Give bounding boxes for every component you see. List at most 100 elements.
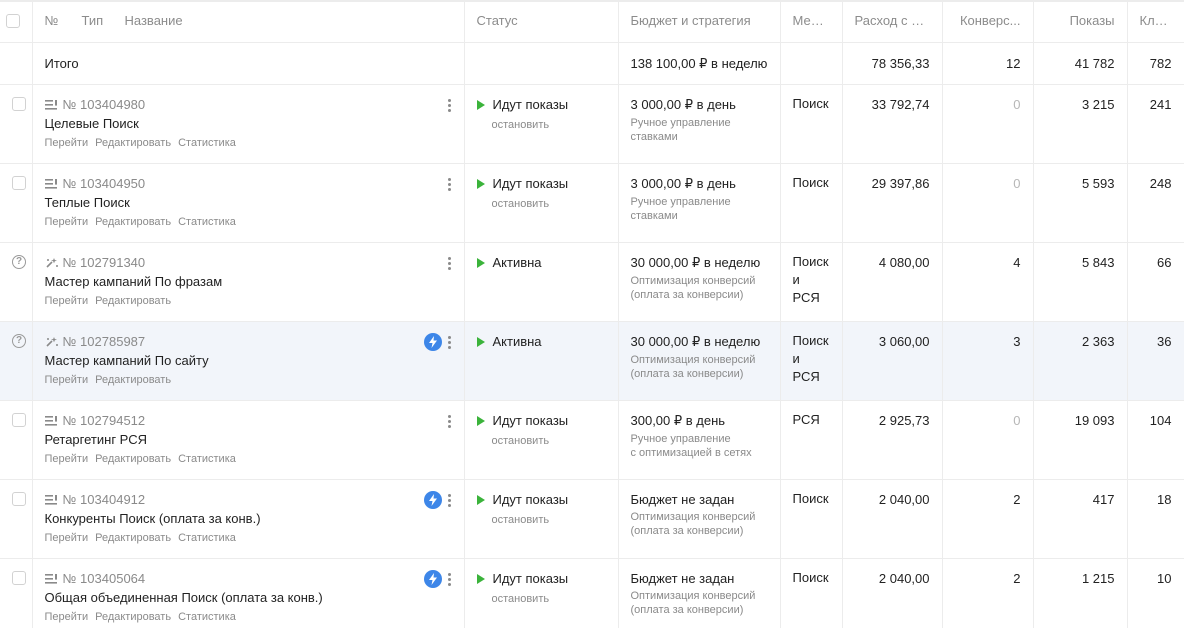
action-link-2[interactable]: Редактировать <box>95 295 171 307</box>
campaign-title[interactable]: Мастер кампаний По фразам <box>45 274 452 289</box>
campaign-title[interactable]: Теплые Поиск <box>45 195 452 210</box>
stop-link[interactable]: остановить <box>492 593 606 605</box>
spend-cell: 3 060,00 <box>842 321 943 401</box>
row-select-cell[interactable] <box>0 400 33 480</box>
budget-value[interactable]: Бюджет не задан <box>631 571 768 586</box>
budget-value[interactable]: 300,00 ₽ в день <box>631 413 768 429</box>
action-link-1[interactable]: Перейти <box>45 137 89 149</box>
text-campaign-icon <box>44 99 59 111</box>
campaign-row-7[interactable]: № 103405064 Общая объединенная Поиск (оп… <box>0 558 1184 628</box>
campaign-title[interactable]: Мастер кампаний По сайту <box>45 353 452 368</box>
action-link-2[interactable]: Редактировать <box>95 532 171 544</box>
clicks-cell: 241 <box>1127 84 1184 164</box>
clicks-cell: 248 <box>1127 163 1184 243</box>
action-link-3[interactable]: Статистика <box>178 532 236 544</box>
action-link-3[interactable]: Статистика <box>178 216 236 228</box>
row-select-cell[interactable] <box>0 558 33 628</box>
header-row: № Тип Название Статус Бюджет и стратегия… <box>0 2 1184 43</box>
bolt-icon[interactable] <box>423 490 442 509</box>
more-menu-icon[interactable] <box>448 572 452 586</box>
header-spend[interactable]: Расход с Н... <box>842 2 943 43</box>
budget-value[interactable]: 30 000,00 ₽ в неделю <box>631 255 768 271</box>
campaign-actions: Перейти Редактировать <box>45 374 452 386</box>
action-link-2[interactable]: Редактировать <box>95 453 171 465</box>
budget-value[interactable]: Бюджет не задан <box>631 492 768 507</box>
campaign-title[interactable]: Ретаргетинг РСЯ <box>45 432 452 447</box>
more-menu-icon[interactable] <box>448 493 452 507</box>
campaign-row-3[interactable]: ? № 102791340 Мастер кампаний По фразам … <box>0 242 1184 322</box>
row-select-cell[interactable]: ? <box>0 321 33 401</box>
impressions-value: 1 215 <box>1081 570 1115 586</box>
budget-cell: 3 000,00 ₽ в день Ручное управление став… <box>618 163 781 243</box>
campaign-title[interactable]: Целевые Поиск <box>45 116 452 131</box>
action-link-3[interactable]: Статистика <box>178 611 236 623</box>
header-clicks[interactable]: Клики <box>1127 2 1184 43</box>
header-places[interactable]: Места <box>780 2 843 43</box>
action-link-3[interactable]: Статистика <box>178 453 236 465</box>
action-link-2[interactable]: Редактировать <box>95 137 171 149</box>
budget-cell: Бюджет не задан Оптимизация конверсий (о… <box>618 479 781 559</box>
row-select-cell[interactable] <box>0 479 33 559</box>
action-link-2[interactable]: Редактировать <box>95 216 171 228</box>
action-link-1[interactable]: Перейти <box>45 532 89 544</box>
header-num[interactable]: № <box>45 13 82 28</box>
row-select-cell[interactable] <box>0 163 33 243</box>
row-select-cell[interactable]: ? <box>0 242 33 322</box>
stop-link[interactable]: остановить <box>492 198 606 210</box>
row-checkbox[interactable] <box>12 175 26 190</box>
action-link-1[interactable]: Перейти <box>45 216 89 228</box>
clicks-value: 104 <box>1149 412 1172 428</box>
header-name[interactable]: Название <box>125 13 183 28</box>
action-link-2[interactable]: Редактировать <box>95 374 171 386</box>
row-checkbox[interactable] <box>12 570 26 585</box>
campaign-row-6[interactable]: № 103404912 Конкуренты Поиск (оплата за … <box>0 479 1184 559</box>
budget-value[interactable]: 30 000,00 ₽ в неделю <box>631 334 768 350</box>
header-impressions[interactable]: Показы <box>1033 2 1128 43</box>
campaign-title[interactable]: Общая объединенная Поиск (оплата за конв… <box>45 590 452 605</box>
campaign-row-4[interactable]: ? № 102785987 Мастер кампаний По сайту П… <box>0 321 1184 401</box>
total-spend: 78 356,33 <box>842 42 943 85</box>
campaign-row-2[interactable]: № 103404950 Теплые Поиск Перейти Редактир… <box>0 163 1184 243</box>
header-budget[interactable]: Бюджет и стратегия <box>618 2 781 43</box>
header-conversions[interactable]: Конверс... <box>942 2 1034 43</box>
impressions-value: 2 363 <box>1081 333 1115 349</box>
bolt-icon[interactable] <box>423 332 442 351</box>
campaign-row-5[interactable]: № 102794512 Ретаргетинг РСЯ Перейти Редак… <box>0 400 1184 480</box>
more-menu-icon[interactable] <box>448 256 452 270</box>
action-link-2[interactable]: Редактировать <box>95 611 171 623</box>
action-link-3[interactable]: Статистика <box>178 137 236 149</box>
stop-link[interactable]: остановить <box>492 119 606 131</box>
action-link-1[interactable]: Перейти <box>45 611 89 623</box>
campaign-row-1[interactable]: № 103404980 Целевые Поиск Перейти Редакти… <box>0 84 1184 164</box>
row-checkbox[interactable] <box>12 412 26 427</box>
more-menu-icon[interactable] <box>448 335 452 349</box>
places-value: РСЯ <box>792 411 820 427</box>
campaign-actions: Перейти Редактировать <box>45 295 452 307</box>
select-all-checkbox[interactable] <box>6 14 20 28</box>
header-select-all[interactable] <box>0 2 33 43</box>
action-link-1[interactable]: Перейти <box>45 374 89 386</box>
action-link-1[interactable]: Перейти <box>45 453 89 465</box>
more-menu-icon[interactable] <box>448 414 452 428</box>
help-icon[interactable]: ? <box>12 254 26 269</box>
row-select-cell[interactable] <box>0 84 33 164</box>
bolt-icon[interactable] <box>423 569 442 588</box>
conversions-value: 0 <box>1013 175 1021 191</box>
row-checkbox[interactable] <box>12 491 26 506</box>
impressions-cell: 5 843 <box>1033 242 1128 322</box>
more-menu-icon[interactable] <box>448 177 452 191</box>
help-icon[interactable]: ? <box>12 333 26 348</box>
more-menu-icon[interactable] <box>448 98 452 112</box>
campaign-id: № 103405064 <box>62 571 146 586</box>
places-cell: Поиск и РСЯ <box>780 321 843 401</box>
budget-value[interactable]: 3 000,00 ₽ в день <box>631 97 768 113</box>
header-type[interactable]: Тип <box>82 13 125 28</box>
row-checkbox[interactable] <box>12 96 26 111</box>
campaign-title[interactable]: Конкуренты Поиск (оплата за конв.) <box>45 511 452 526</box>
action-link-1[interactable]: Перейти <box>45 295 89 307</box>
places-cell: Поиск <box>780 479 843 559</box>
stop-link[interactable]: остановить <box>492 514 606 526</box>
header-status[interactable]: Статус <box>464 2 619 43</box>
budget-value[interactable]: 3 000,00 ₽ в день <box>631 176 768 192</box>
stop-link[interactable]: остановить <box>492 435 606 447</box>
